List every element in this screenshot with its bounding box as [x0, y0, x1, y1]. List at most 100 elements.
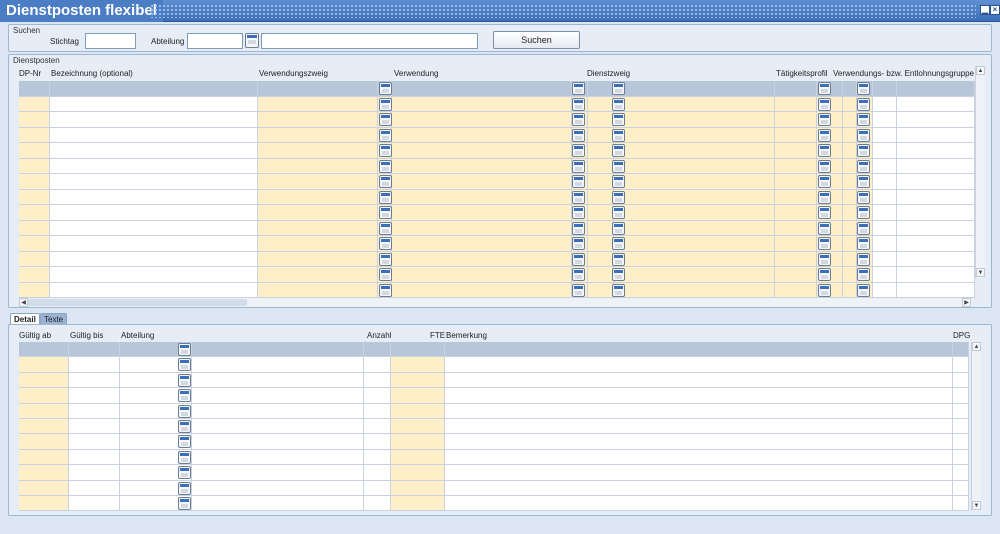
dienstposten-cell[interactable]	[614, 220, 775, 235]
detail-cell[interactable]	[364, 372, 391, 388]
dienstposten-cell[interactable]	[19, 251, 50, 266]
lookup-icon[interactable]	[857, 190, 870, 204]
lookup-icon[interactable]	[572, 190, 585, 204]
lookup-icon[interactable]	[857, 283, 870, 297]
column-header-taetigkeitsprofil[interactable]: Tätigkeitsprofil	[776, 69, 828, 78]
lookup-icon[interactable]	[818, 268, 831, 281]
detail-cell[interactable]	[19, 372, 69, 388]
dienstposten-cell[interactable]	[19, 112, 50, 127]
minimize-icon[interactable]: ▁	[980, 5, 990, 15]
detail-cell[interactable]	[69, 372, 120, 388]
dienstposten-cell[interactable]	[588, 236, 614, 251]
detail-cell[interactable]	[19, 357, 69, 372]
dienstposten-cell[interactable]	[50, 81, 258, 96]
lookup-icon[interactable]	[572, 268, 585, 281]
detail-cell[interactable]	[391, 388, 445, 403]
dienstposten-cell[interactable]	[775, 174, 817, 189]
search-button[interactable]: Suchen	[493, 31, 580, 49]
lookup-icon[interactable]	[612, 144, 625, 157]
detail-row[interactable]	[19, 449, 969, 466]
dienstposten-cell[interactable]	[843, 112, 857, 127]
detail-cell[interactable]	[445, 419, 953, 434]
lookup-icon[interactable]	[178, 373, 191, 387]
detail-cell[interactable]	[445, 449, 953, 465]
dienstposten-cell[interactable]	[897, 143, 975, 158]
dienstposten-cell[interactable]	[392, 127, 572, 142]
dienstposten-cell[interactable]	[258, 267, 378, 282]
dienstposten-cell[interactable]	[19, 205, 50, 220]
lookup-icon[interactable]	[612, 237, 625, 250]
dienstposten-cell[interactable]	[614, 158, 775, 173]
dienstposten-cell[interactable]	[588, 220, 614, 235]
dienstposten-cell[interactable]	[258, 112, 378, 127]
dienstposten-cell[interactable]	[50, 282, 258, 297]
detail-row[interactable]	[19, 403, 969, 419]
dienstposten-cell[interactable]	[50, 220, 258, 235]
lookup-icon[interactable]	[379, 97, 392, 111]
lookup-icon[interactable]	[178, 466, 191, 480]
detail-cell[interactable]	[391, 372, 445, 388]
dienstposten-cell[interactable]	[614, 112, 775, 127]
dienstposten-cell[interactable]	[19, 143, 50, 158]
dienstposten-cell[interactable]	[50, 205, 258, 220]
dienstposten-cell[interactable]	[873, 267, 897, 282]
lookup-icon[interactable]	[818, 144, 831, 157]
detail-cell[interactable]	[19, 388, 69, 403]
dienstposten-cell[interactable]	[588, 158, 614, 173]
dienstposten-cell[interactable]	[19, 174, 50, 189]
dienstposten-cell[interactable]	[614, 96, 775, 111]
dienstposten-cell[interactable]	[897, 267, 975, 282]
lookup-icon[interactable]	[857, 175, 870, 188]
detail-cell[interactable]	[364, 419, 391, 434]
dienstposten-cell[interactable]	[588, 143, 614, 158]
lookup-icon[interactable]	[818, 159, 831, 173]
dienstposten-cell[interactable]	[588, 282, 614, 297]
lookup-icon[interactable]	[379, 175, 392, 188]
lookup-icon[interactable]	[178, 420, 191, 433]
dienstposten-cell[interactable]	[614, 267, 775, 282]
detail-cell[interactable]	[953, 342, 969, 357]
lookup-icon[interactable]	[178, 435, 191, 449]
dienstposten-cell[interactable]	[843, 189, 857, 204]
detail-cell[interactable]	[192, 419, 364, 434]
dienstposten-cell[interactable]	[775, 220, 817, 235]
lookup-icon[interactable]	[612, 82, 625, 95]
dienstposten-cell[interactable]	[775, 236, 817, 251]
dienstposten-cell[interactable]	[614, 127, 775, 142]
dienstposten-cell[interactable]	[614, 174, 775, 189]
detail-cell[interactable]	[391, 357, 445, 372]
scroll-down-icon[interactable]: ▼	[976, 268, 985, 277]
dienstposten-cell[interactable]	[50, 267, 258, 282]
scroll-down-icon[interactable]: ▼	[972, 501, 981, 510]
dienstposten-cell[interactable]	[843, 205, 857, 220]
column-header-dpg[interactable]: DPG	[953, 331, 970, 340]
dienstposten-cell[interactable]	[775, 282, 817, 297]
column-header-verwendung[interactable]: Verwendung	[394, 69, 438, 78]
dienstposten-cell[interactable]	[873, 282, 897, 297]
dienstposten-row[interactable]	[19, 112, 975, 128]
dienstposten-cell[interactable]	[19, 189, 50, 204]
dienstposten-cell[interactable]	[258, 81, 378, 96]
lookup-icon[interactable]	[379, 252, 392, 266]
dienstposten-cell[interactable]	[873, 96, 897, 111]
detail-row[interactable]	[19, 419, 969, 435]
lookup-icon[interactable]	[572, 144, 585, 157]
dienstposten-cell[interactable]	[19, 158, 50, 173]
dienstposten-cell[interactable]	[873, 81, 897, 96]
lookup-icon[interactable]	[379, 268, 392, 281]
dienstposten-cell[interactable]	[614, 81, 775, 96]
detail-row[interactable]	[19, 480, 969, 496]
dienstposten-row[interactable]	[19, 174, 975, 190]
dienstposten-cell[interactable]	[50, 174, 258, 189]
lookup-icon[interactable]	[857, 252, 870, 266]
detail-cell[interactable]	[69, 388, 120, 403]
dienstposten-cell[interactable]	[614, 143, 775, 158]
dienstposten-cell[interactable]	[897, 174, 975, 189]
lookup-icon[interactable]	[818, 128, 831, 142]
dienstposten-cell[interactable]	[843, 251, 857, 266]
lookup-icon[interactable]	[178, 343, 191, 356]
detail-cell[interactable]	[364, 388, 391, 403]
lookup-icon[interactable]	[857, 206, 870, 219]
dienstposten-cell[interactable]	[392, 251, 572, 266]
dienstposten-cell[interactable]	[843, 81, 857, 96]
